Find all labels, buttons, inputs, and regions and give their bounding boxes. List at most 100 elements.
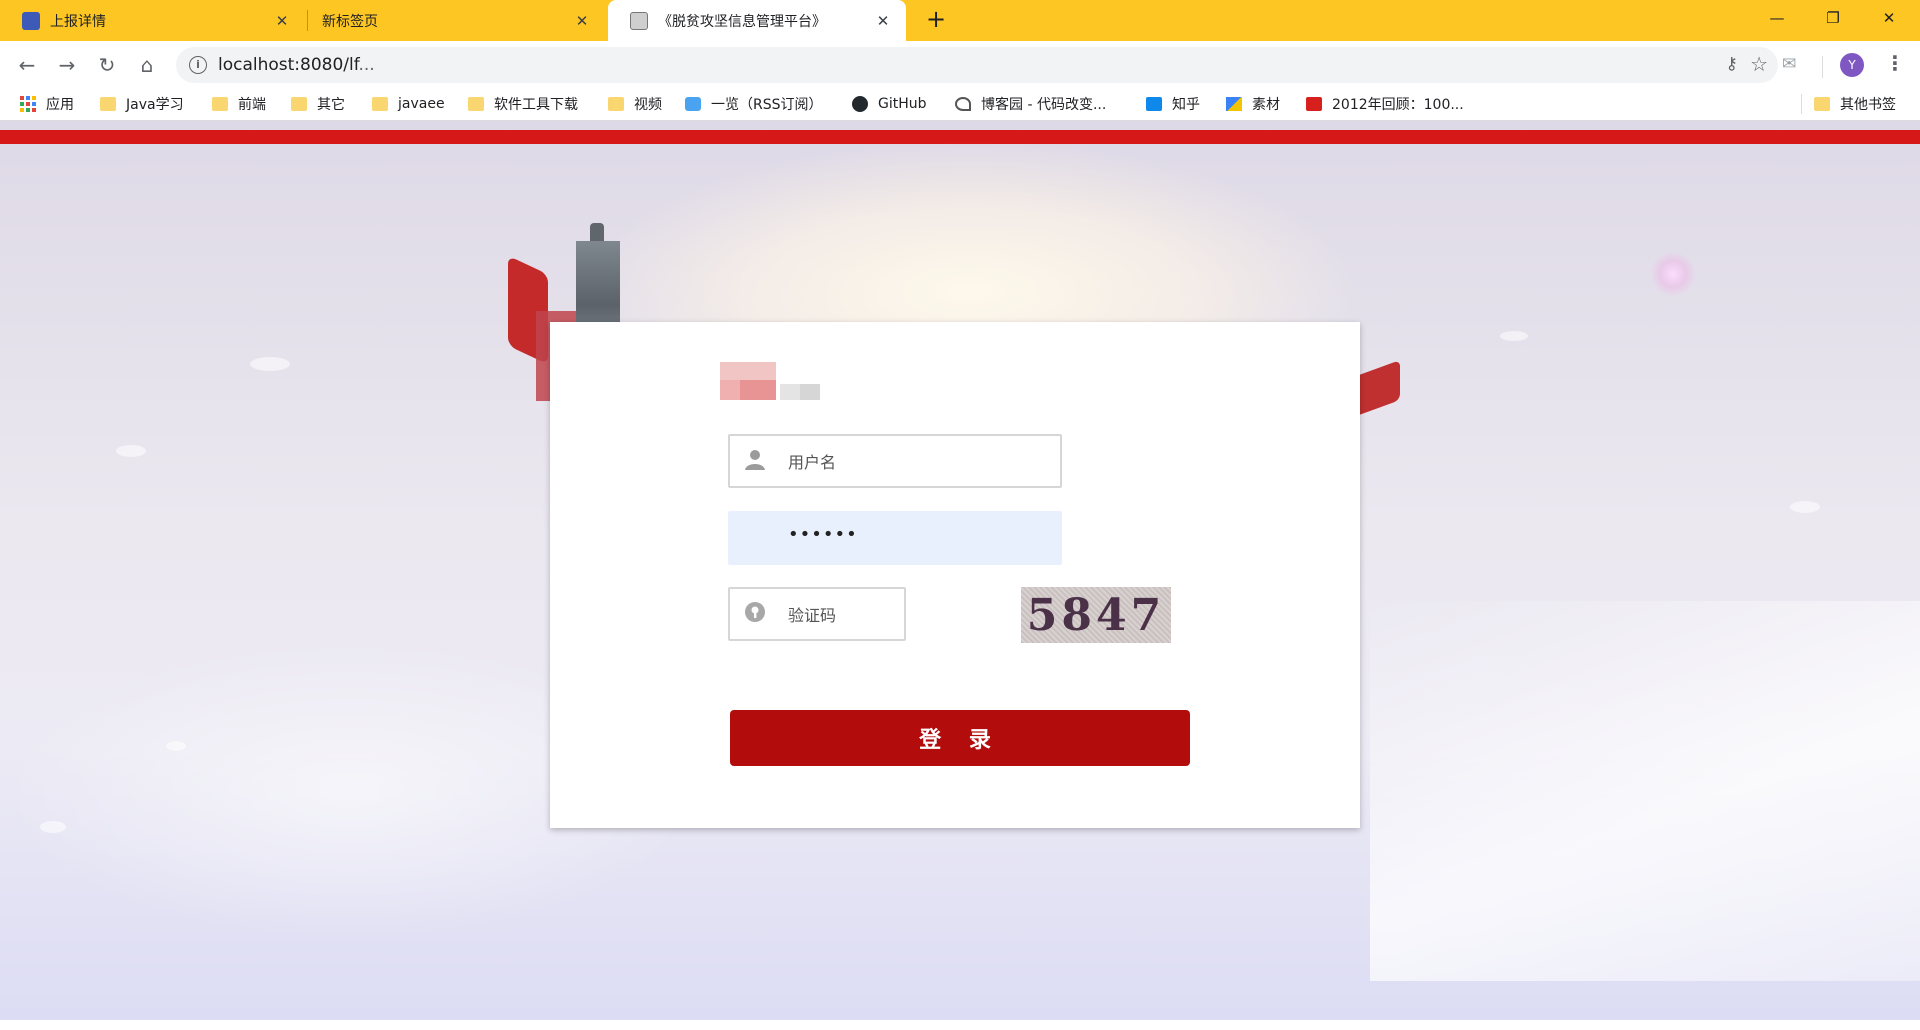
bookmark-folder-other[interactable]: 其它 <box>291 93 345 115</box>
login-card: 用户名 •••••• 验证码 5847 登 录 <box>550 322 1360 828</box>
bokeh-dot <box>1500 331 1528 341</box>
username-placeholder: 用户名 <box>788 453 837 472</box>
bookmark-folder-javaee[interactable]: javaee <box>372 93 445 115</box>
tab-strip: 上报详情 ✕ 新标签页 ✕ 《脱贫攻坚信息管理平台》 ✕ + — ❐ ✕ <box>0 0 1920 41</box>
tab-title: 新标签页 <box>322 13 378 30</box>
login-button[interactable]: 登 录 <box>730 710 1190 766</box>
captcha-field[interactable]: 验证码 <box>728 587 906 641</box>
folder-icon <box>468 97 484 111</box>
pixelated-block <box>720 380 740 400</box>
url-host: localhost:8080/lf <box>218 55 359 75</box>
bookmark-label: 前端 <box>238 97 266 113</box>
tab-title: 上报详情 <box>50 13 106 30</box>
bookmark-label: 素材 <box>1252 97 1280 113</box>
captcha-text: 5847 <box>1026 589 1166 641</box>
bookmark-cnblogs[interactable]: 博客园 - 代码改变... <box>955 93 1106 115</box>
tab-new-tab[interactable]: 新标签页 ✕ <box>308 0 605 41</box>
browser-toolbar: ← → ↻ ⌂ i localhost:8080/lf... ⚷ ☆ <box>0 41 1920 88</box>
bookmark-label: 2012年回顾：100... <box>1332 97 1464 113</box>
bookmark-label: Java学习 <box>126 97 184 113</box>
csdn-icon <box>1306 97 1322 111</box>
minimize-button[interactable]: — <box>1754 0 1800 36</box>
tab-report-details[interactable]: 上报详情 ✕ <box>0 0 305 41</box>
password-field[interactable]: •••••• <box>728 511 1062 565</box>
home-button[interactable]: ⌂ <box>132 50 162 80</box>
menu-icon[interactable]: ⋮ <box>1885 51 1905 75</box>
reload-button[interactable]: ↻ <box>92 50 122 80</box>
login-page: 用户名 •••••• 验证码 5847 登 录 <box>0 121 1920 1020</box>
folder-icon <box>100 97 116 111</box>
pixelated-card-title <box>720 362 840 400</box>
new-tab-button[interactable]: + <box>922 6 950 34</box>
bookmark-star-icon[interactable]: ☆ <box>1750 52 1768 76</box>
url-rest: ... <box>358 55 375 75</box>
folder-icon <box>1814 97 1830 111</box>
bokeh-dot <box>1790 501 1820 513</box>
bookmark-label: 一览（RSS订阅） <box>711 97 823 113</box>
bokeh-dot <box>116 445 146 457</box>
bookmark-label: 其他书签 <box>1840 97 1896 113</box>
bookmark-folder-java[interactable]: Java学习 <box>100 93 184 115</box>
bookmarks-divider <box>1801 94 1802 114</box>
extension-icon[interactable]: ✉ <box>1782 54 1796 74</box>
bookmark-csdn[interactable]: 2012年回顾：100... <box>1306 93 1464 115</box>
user-icon <box>744 448 766 470</box>
pixelated-block <box>800 384 820 400</box>
github-icon <box>852 96 868 112</box>
key-icon <box>744 601 766 623</box>
bookmark-label: 博客园 - 代码改变... <box>981 97 1107 113</box>
bookmark-folder-tools[interactable]: 软件工具下载 <box>468 93 578 115</box>
zhihu-icon <box>1146 97 1162 111</box>
sparkle-decoration <box>1650 251 1696 297</box>
profile-avatar[interactable]: Y <box>1840 53 1864 77</box>
bookmark-apps[interactable]: 应用 <box>20 93 74 115</box>
pixelated-block <box>780 384 800 400</box>
bookmark-label: 软件工具下载 <box>494 97 578 113</box>
bookmark-label: 应用 <box>46 97 74 113</box>
tab-title: 《脱贫攻坚信息管理平台》 <box>658 13 826 30</box>
folder-icon <box>291 97 307 111</box>
bokeh-dot <box>250 357 290 371</box>
image-icon <box>1226 97 1242 111</box>
close-icon[interactable]: ✕ <box>874 12 892 30</box>
bookmark-rss[interactable]: 一览（RSS订阅） <box>685 93 823 115</box>
forward-button[interactable]: → <box>52 50 82 80</box>
address-bar[interactable]: i localhost:8080/lf... ⚷ ☆ <box>176 47 1778 83</box>
rss-icon <box>685 97 701 111</box>
folder-icon <box>212 97 228 111</box>
folder-icon <box>608 97 624 111</box>
bookmark-label: GitHub <box>878 96 927 112</box>
tab-poverty-platform[interactable]: 《脱贫攻坚信息管理平台》 ✕ <box>608 0 906 41</box>
restore-button[interactable]: ❐ <box>1810 0 1856 36</box>
bookmark-github[interactable]: GitHub <box>852 93 927 115</box>
apps-icon <box>20 96 36 112</box>
pixelated-block <box>720 362 776 380</box>
captcha-placeholder: 验证码 <box>788 606 837 625</box>
image-favicon-icon <box>630 11 648 30</box>
password-value: •••••• <box>788 524 858 545</box>
cnblogs-icon <box>955 97 971 111</box>
bokeh-dot <box>40 821 66 833</box>
bookmark-materials[interactable]: 素材 <box>1226 93 1280 115</box>
bokeh-dot <box>166 741 186 751</box>
captcha-image[interactable]: 5847 <box>1021 587 1171 643</box>
close-window-button[interactable]: ✕ <box>1866 0 1912 36</box>
bookmark-label: javaee <box>398 96 445 112</box>
bookmark-label: 知乎 <box>1172 97 1200 113</box>
background-glow <box>1370 601 1920 981</box>
bookmark-folder-frontend[interactable]: 前端 <box>212 93 266 115</box>
bookmarks-bar: 应用 Java学习 前端 其它 javaee 软件工具下载 视频 一览（RSS订… <box>0 88 1920 121</box>
url-text: localhost:8080/lf... <box>218 55 375 75</box>
back-button[interactable]: ← <box>12 50 42 80</box>
close-icon[interactable]: ✕ <box>273 12 291 30</box>
bookmark-folder-video[interactable]: 视频 <box>608 93 662 115</box>
key-icon[interactable]: ⚷ <box>1726 54 1738 74</box>
username-field[interactable]: 用户名 <box>728 434 1062 488</box>
intellij-favicon-icon <box>22 11 40 30</box>
toolbar-divider <box>1822 56 1823 78</box>
bookmark-label: 视频 <box>634 97 662 113</box>
site-info-icon[interactable]: i <box>189 56 207 74</box>
bookmark-zhihu[interactable]: 知乎 <box>1146 93 1200 115</box>
bookmark-other-bookmarks[interactable]: 其他书签 <box>1814 93 1896 115</box>
close-icon[interactable]: ✕ <box>573 12 591 30</box>
